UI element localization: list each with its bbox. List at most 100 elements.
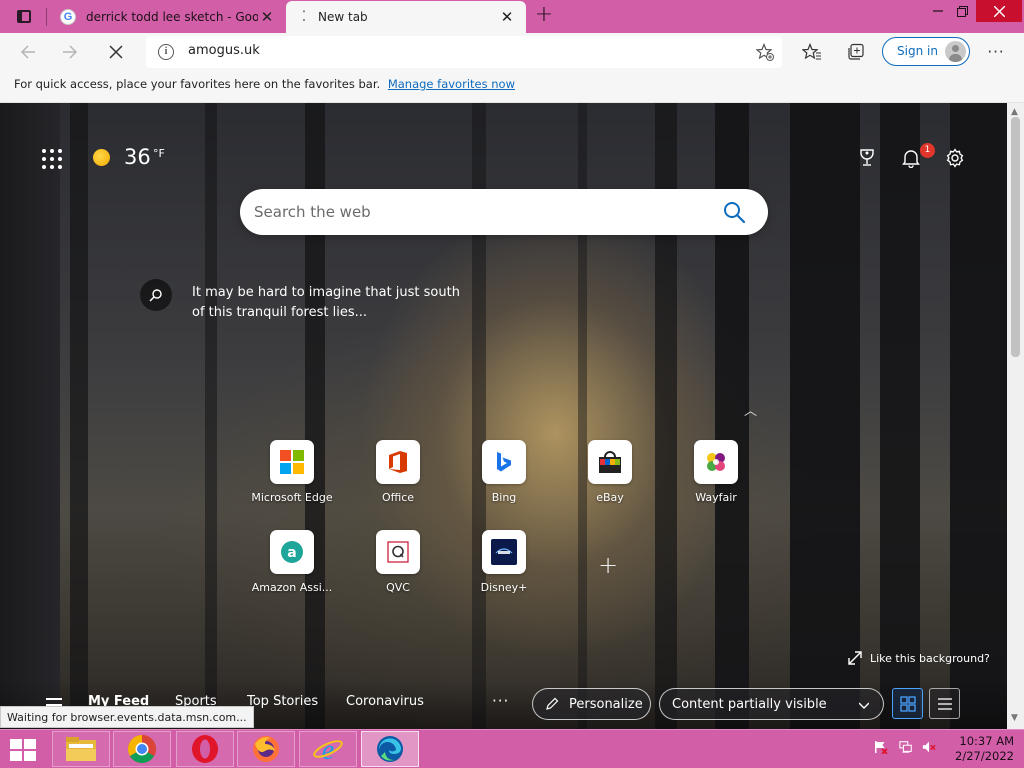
forward-button[interactable] (56, 38, 84, 66)
back-button[interactable] (14, 38, 42, 66)
weather-temperature[interactable]: 36 (124, 145, 151, 169)
restore-button[interactable] (946, 0, 978, 22)
search-input[interactable] (254, 198, 694, 226)
settings-more-button[interactable]: ··· (982, 38, 1010, 66)
system-clock[interactable]: 10:37 AM 2/27/2022 (950, 734, 1014, 764)
tab-new-tab[interactable]: ⁚ New tab ✕ (286, 1, 526, 33)
edge-icon (377, 736, 403, 762)
taskbar-opera[interactable] (176, 731, 234, 767)
tab-google-search[interactable]: G derrick todd lee sketch - Google ✕ (50, 0, 286, 33)
feed-tab-top-stories[interactable]: Top Stories (247, 694, 318, 709)
manage-favorites-link[interactable]: Manage favorites now (388, 77, 515, 91)
close-tab-icon[interactable]: ✕ (498, 8, 516, 26)
taskbar-firefox[interactable] (237, 731, 295, 767)
taskbar-file-explorer[interactable] (52, 731, 110, 767)
background-tree (790, 103, 860, 729)
content-visibility-dropdown[interactable]: Content partially visible (659, 688, 884, 720)
quick-link-amazon-assistant[interactable]: a Amazon Assi... (239, 530, 345, 610)
scroll-up-icon[interactable]: ▲ (1011, 107, 1018, 117)
address-bar[interactable]: i amogus.uk (146, 36, 782, 68)
address-url[interactable]: amogus.uk (188, 43, 260, 58)
stop-loading-button[interactable] (102, 38, 130, 66)
network-icon[interactable] (899, 740, 913, 754)
grid-view-button[interactable] (892, 688, 923, 719)
web-search-box[interactable] (240, 189, 768, 235)
notifications-bell-icon[interactable] (900, 147, 922, 169)
windows-taskbar: e 10:37 AM 2/27/2022 (0, 729, 1024, 768)
opera-icon (192, 735, 218, 763)
quick-link-microsoft-edge[interactable]: Microsoft Edge (239, 440, 345, 520)
quick-link-disney-plus[interactable]: Disney+ (451, 530, 557, 610)
start-button[interactable] (8, 737, 38, 763)
ebay-bag-icon (588, 440, 632, 484)
tab-strip: G derrick todd lee sketch - Google ✕ ⁚ N… (0, 0, 1024, 33)
close-window-button[interactable] (976, 0, 1022, 22)
collections-button[interactable] (842, 38, 870, 66)
weather-sun-icon[interactable] (93, 149, 110, 166)
add-quick-link-button[interactable]: + (597, 553, 619, 577)
volume-muted-icon[interactable] (922, 740, 936, 754)
loading-spinner-icon: ⁚ (301, 9, 307, 25)
chevron-down-icon (859, 702, 869, 709)
quick-link-ebay[interactable]: eBay (557, 440, 663, 520)
amazon-assistant-icon: a (270, 530, 314, 574)
taskbar-chrome[interactable] (113, 731, 171, 767)
list-view-button[interactable] (929, 688, 960, 719)
add-favorite-icon[interactable] (754, 41, 776, 63)
page-settings-gear-icon[interactable] (944, 147, 966, 169)
quick-link-qvc[interactable]: QVC (345, 530, 451, 610)
quick-link-label: Amazon Assi... (251, 581, 333, 594)
site-info-icon[interactable]: i (158, 44, 174, 60)
notification-count-badge: 1 (920, 143, 935, 158)
quick-link-label: Microsoft Edge (251, 491, 333, 504)
avatar-icon (945, 41, 966, 62)
new-tab-button[interactable]: + (532, 4, 556, 28)
background-story-text[interactable]: It may be hard to imagine that just sout… (192, 283, 462, 323)
restore-icon (956, 5, 968, 17)
firefox-icon (253, 736, 279, 762)
scroll-down-icon[interactable]: ▼ (1011, 713, 1018, 723)
like-background-button[interactable]: Like this background? (848, 651, 990, 665)
browser-toolbar: i amogus.uk Sign in ··· (0, 33, 1024, 71)
app-launcher-icon[interactable] (42, 149, 62, 169)
qvc-logo-icon (376, 530, 420, 574)
close-tab-icon[interactable]: ✕ (258, 8, 276, 26)
internet-explorer-icon: e (313, 735, 343, 764)
background-tree (950, 103, 1007, 729)
back-arrow-icon (20, 45, 35, 59)
page-scrollbar[interactable]: ▲ ▼ (1007, 103, 1024, 729)
sign-in-button[interactable]: Sign in (882, 37, 970, 66)
quick-link-label: Office (381, 491, 415, 504)
chevron-up-icon[interactable]: ︿ (744, 400, 757, 419)
quick-link-label: Wayfair (695, 491, 737, 504)
quick-link-office[interactable]: Office (345, 440, 451, 520)
microsoft-logo-icon (270, 440, 314, 484)
like-background-label: Like this background? (870, 651, 990, 665)
image-search-icon[interactable] (140, 279, 172, 311)
scrollbar-thumb[interactable] (1011, 117, 1020, 357)
pencil-icon (546, 697, 559, 710)
action-center-flag-icon[interactable] (874, 740, 888, 754)
tab-actions-button[interactable] (8, 5, 40, 27)
more-feed-tabs-icon[interactable]: ··· (492, 692, 509, 710)
feed-tab-coronavirus[interactable]: Coronavirus (346, 694, 424, 709)
favorites-button[interactable] (798, 38, 826, 66)
google-icon: G (60, 8, 76, 25)
taskbar-edge[interactable] (361, 731, 419, 767)
quick-link-label: Bing (491, 491, 517, 504)
expand-icon (848, 651, 862, 665)
clock-time: 10:37 AM (959, 734, 1014, 748)
quick-link-wayfair[interactable]: Wayfair (663, 440, 769, 520)
background-tree (205, 103, 217, 729)
chrome-icon (128, 735, 156, 763)
tab-separator (46, 8, 47, 26)
disney-plus-icon (482, 530, 526, 574)
content-visibility-value: Content partially visible (672, 696, 827, 712)
quick-link-bing[interactable]: Bing (451, 440, 557, 520)
search-icon[interactable] (722, 200, 746, 224)
taskbar-internet-explorer[interactable]: e (299, 731, 357, 767)
rewards-trophy-icon[interactable] (856, 147, 878, 169)
favorites-bar-text: For quick access, place your favorites h… (14, 77, 381, 91)
quick-link-label: QVC (386, 581, 410, 594)
personalize-button[interactable]: Personalize (532, 688, 651, 720)
